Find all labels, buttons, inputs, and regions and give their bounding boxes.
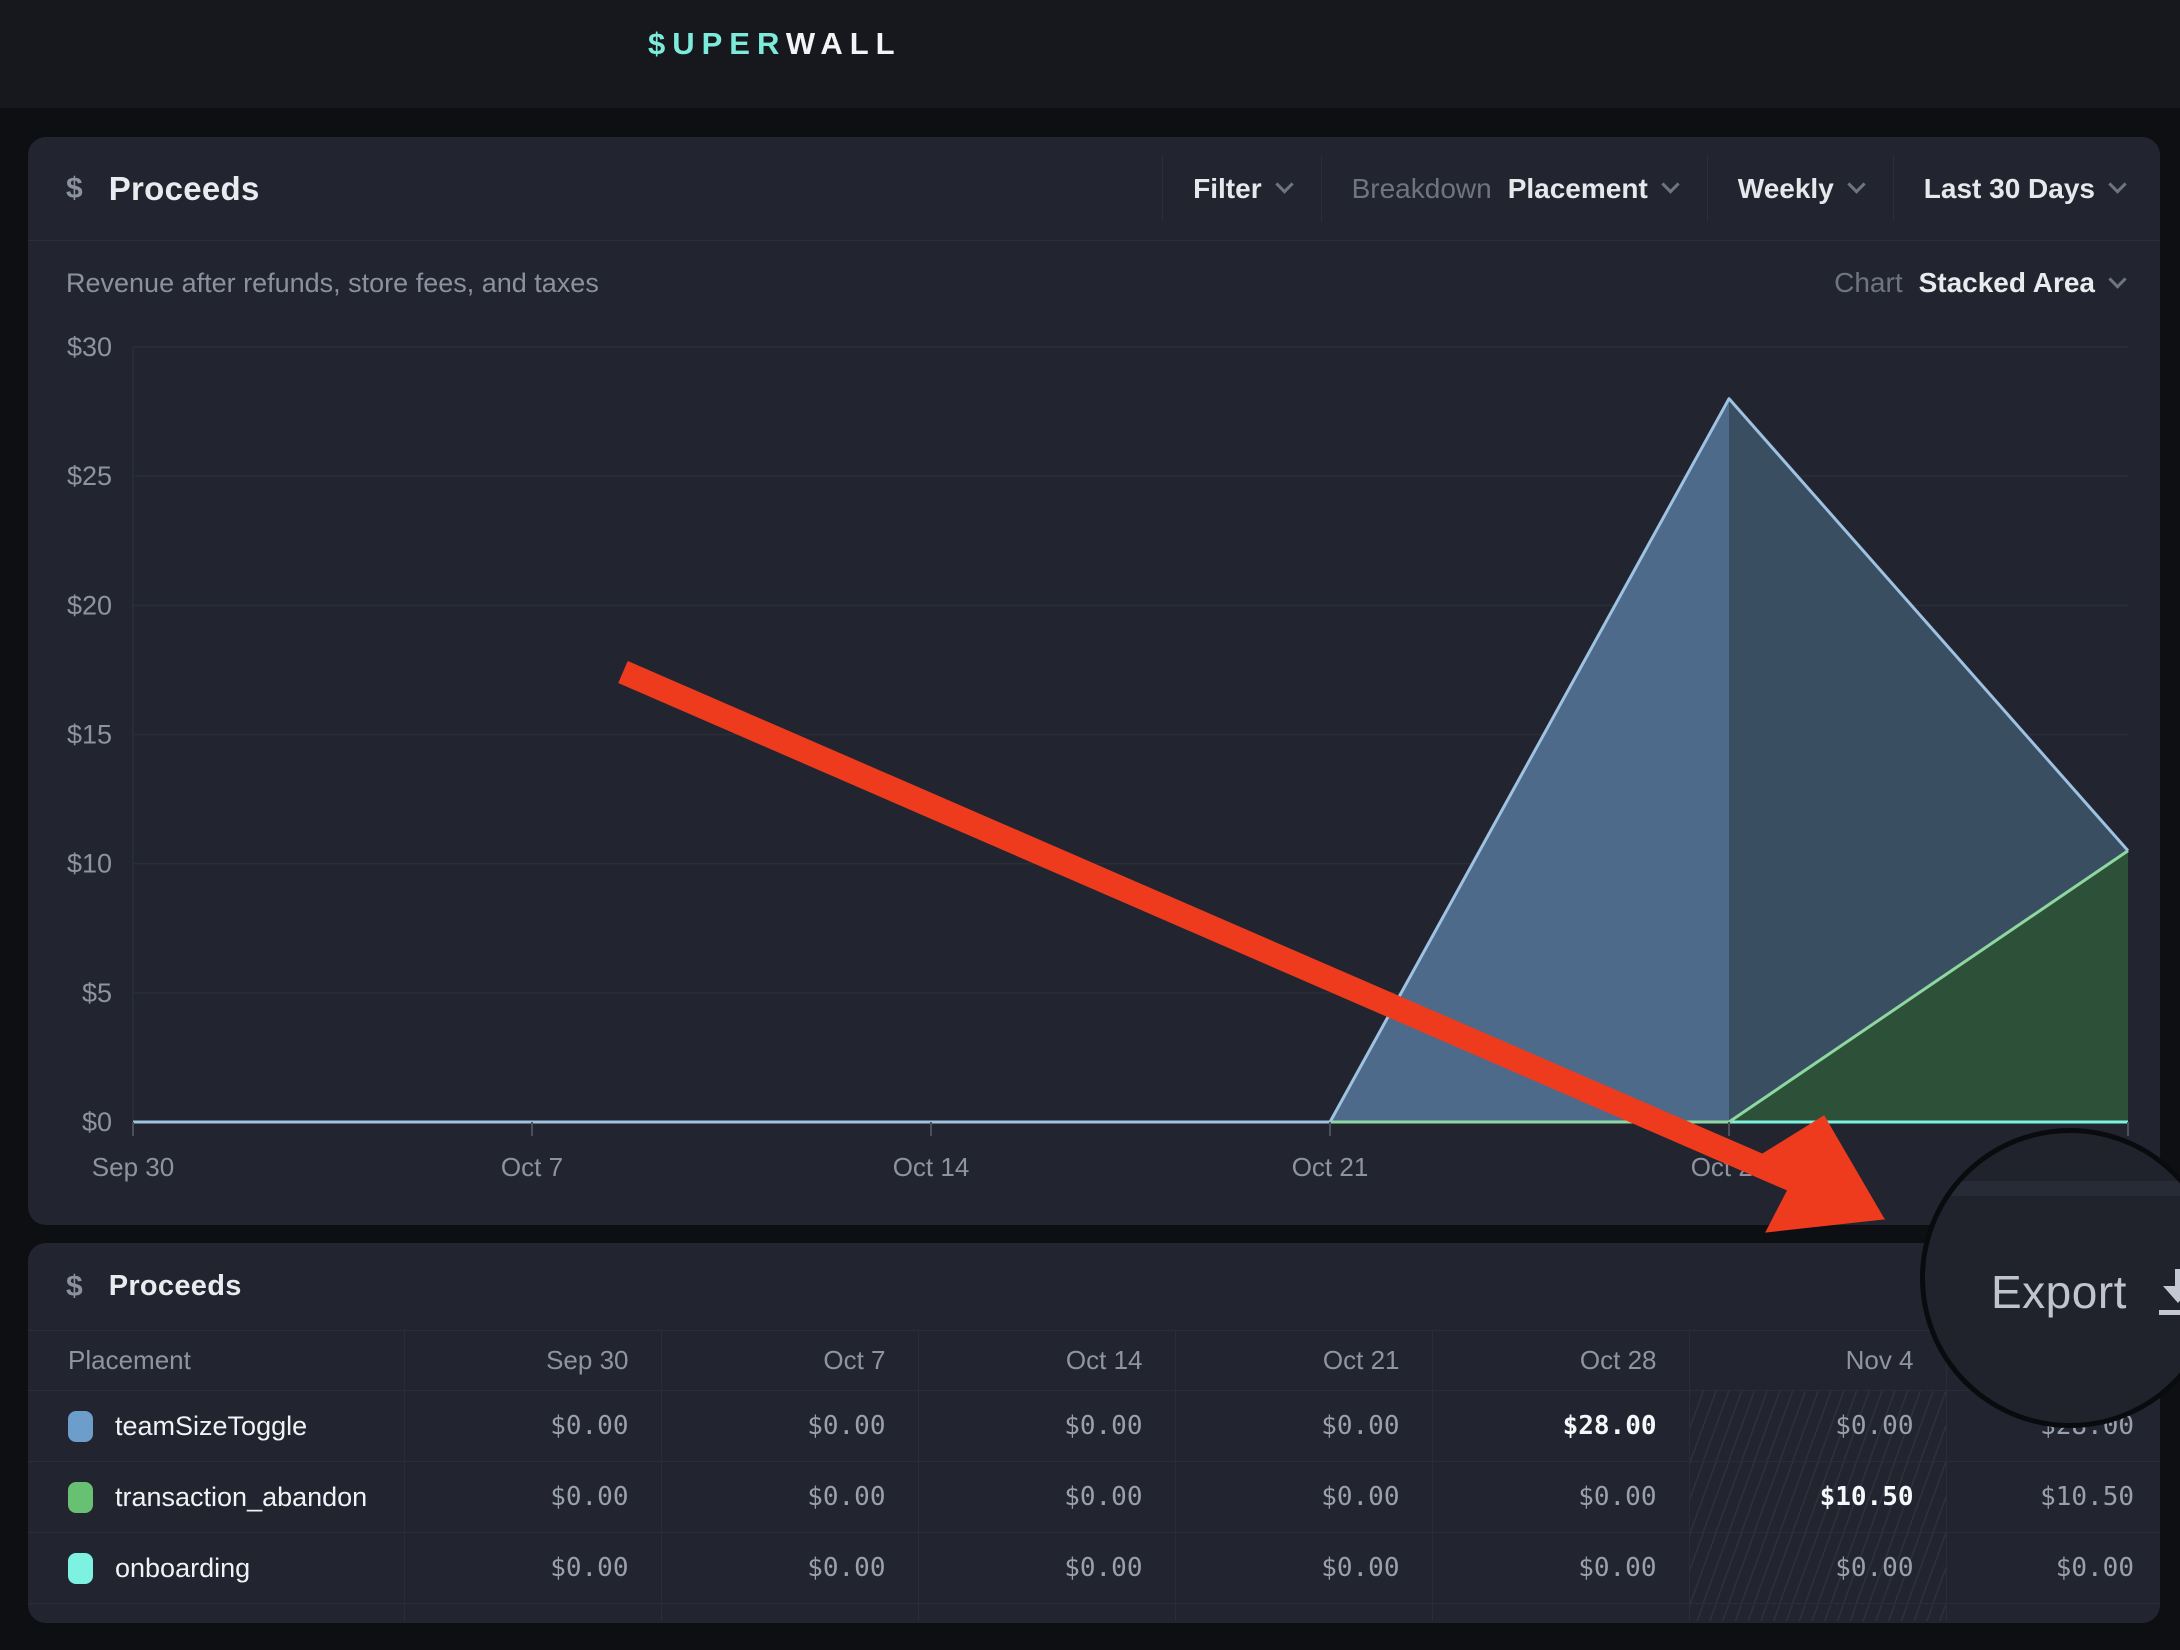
export-button[interactable]: Export <box>1991 1265 2127 1319</box>
chart-panel-header: $ Proceeds Filter Breakdown Placement We… <box>28 137 2160 241</box>
legend-swatch-green <box>68 1482 93 1513</box>
value-cell: $0.00 <box>918 1462 1175 1533</box>
value-cell: $0.00 <box>1432 1533 1689 1604</box>
placement-name-cell: onboarding <box>28 1533 404 1604</box>
table-panel-header: $ Proceeds <box>28 1243 2160 1330</box>
chart-type-label: Chart <box>1834 267 1902 299</box>
value-cell: $0.00 <box>404 1462 661 1533</box>
value-cell-provisional: $0.00 <box>1689 1533 1946 1604</box>
chart-type-value: Stacked Area <box>1919 267 2095 299</box>
value-cell: $0.00 <box>661 1462 918 1533</box>
value-cell: $0.00 <box>661 1391 918 1462</box>
logo-accent-text: $UPER <box>648 26 786 61</box>
top-app-bar: $UPERWALL <box>0 0 2180 108</box>
value-cell: $0.00 <box>661 1533 918 1604</box>
breakdown-label: Breakdown <box>1352 173 1492 205</box>
placement-name-cell: transaction_abandon <box>28 1462 404 1533</box>
table-row[interactable]: transaction_abandon $0.00 $0.00 $0.00 $0… <box>28 1462 2160 1533</box>
total-cell: $10.50 <box>1946 1462 2160 1533</box>
placement-name: onboarding <box>115 1553 250 1584</box>
interval-value: Weekly <box>1738 173 1834 205</box>
chart-subtitle: Revenue after refunds, store fees, and t… <box>66 268 599 299</box>
table-padding-row <box>28 1604 2160 1621</box>
superwall-logo[interactable]: $UPERWALL <box>648 26 902 62</box>
logo-rest-text: WALL <box>786 26 902 61</box>
value-cell: $0.00 <box>1175 1391 1432 1462</box>
column-header-oct28[interactable]: Oct 28 <box>1432 1331 1689 1391</box>
download-icon <box>2155 1267 2180 1317</box>
chevron-down-icon <box>2108 270 2126 288</box>
placement-name: teamSizeToggle <box>115 1411 307 1442</box>
value-cell: $0.00 <box>1432 1462 1689 1533</box>
chevron-down-icon <box>1275 175 1293 193</box>
placement-name: transaction_abandon <box>115 1482 367 1513</box>
interval-dropdown[interactable]: Weekly <box>1708 137 1893 240</box>
column-header-nov4[interactable]: Nov 4 <box>1689 1331 1946 1391</box>
placement-name-cell: teamSizeToggle <box>28 1391 404 1462</box>
column-header-oct7[interactable]: Oct 7 <box>661 1331 918 1391</box>
legend-swatch-blue <box>68 1411 93 1442</box>
column-header-oct14[interactable]: Oct 14 <box>918 1331 1175 1391</box>
chart-type-dropdown[interactable]: Chart Stacked Area <box>1834 267 2124 299</box>
table-title: Proceeds <box>109 1270 242 1303</box>
column-header-placement[interactable]: Placement <box>28 1331 404 1391</box>
value-cell: $0.00 <box>404 1391 661 1462</box>
breakdown-dropdown[interactable]: Breakdown Placement <box>1322 137 1707 240</box>
legend-swatch-cyan <box>68 1553 93 1584</box>
value-cell: $0.00 <box>1175 1462 1432 1533</box>
filter-label: Filter <box>1193 173 1261 205</box>
value-cell: $28.00 <box>1432 1391 1689 1462</box>
total-cell: $0.00 <box>1946 1533 2160 1604</box>
date-range-value: Last 30 Days <box>1924 173 2095 205</box>
chevron-down-icon <box>2108 175 2126 193</box>
column-header-oct21[interactable]: Oct 21 <box>1175 1331 1432 1391</box>
value-cell: $0.00 <box>404 1533 661 1604</box>
page-title: Proceeds <box>109 170 260 208</box>
dashboard: $UPERWALL $ Proceeds Filter Breakdown Pl… <box>0 0 2180 1650</box>
date-range-dropdown[interactable]: Last 30 Days <box>1894 137 2124 240</box>
column-header-sep30[interactable]: Sep 30 <box>404 1331 661 1391</box>
table-row[interactable]: teamSizeToggle $0.00 $0.00 $0.00 $0.00 $… <box>28 1391 2160 1462</box>
value-cell-provisional: $0.00 <box>1689 1391 1946 1462</box>
value-cell: $0.00 <box>1175 1533 1432 1604</box>
chart-controls: Filter Breakdown Placement Weekly Last 3… <box>1162 137 2124 240</box>
value-cell-provisional: $10.50 <box>1689 1462 1946 1533</box>
chevron-down-icon <box>1661 175 1679 193</box>
chart-subheader: Revenue after refunds, store fees, and t… <box>28 241 2160 299</box>
proceeds-table-panel: $ Proceeds Placement Sep 30 Oct 7 Oct 14… <box>28 1243 2160 1623</box>
chevron-down-icon <box>1847 175 1865 193</box>
value-cell: $0.00 <box>918 1533 1175 1604</box>
table-row[interactable]: onboarding $0.00 $0.00 $0.00 $0.00 $0.00… <box>28 1533 2160 1604</box>
proceeds-table: Placement Sep 30 Oct 7 Oct 14 Oct 21 Oct… <box>28 1330 2160 1621</box>
value-cell: $0.00 <box>918 1391 1175 1462</box>
table-header-row: Placement Sep 30 Oct 7 Oct 14 Oct 21 Oct… <box>28 1331 2160 1391</box>
proceeds-chart-panel: $ Proceeds Filter Breakdown Placement We… <box>28 137 2160 1225</box>
dollar-icon: $ <box>66 172 83 206</box>
filter-dropdown[interactable]: Filter <box>1163 137 1320 240</box>
breakdown-value: Placement <box>1508 173 1648 205</box>
dollar-icon: $ <box>66 1270 83 1304</box>
